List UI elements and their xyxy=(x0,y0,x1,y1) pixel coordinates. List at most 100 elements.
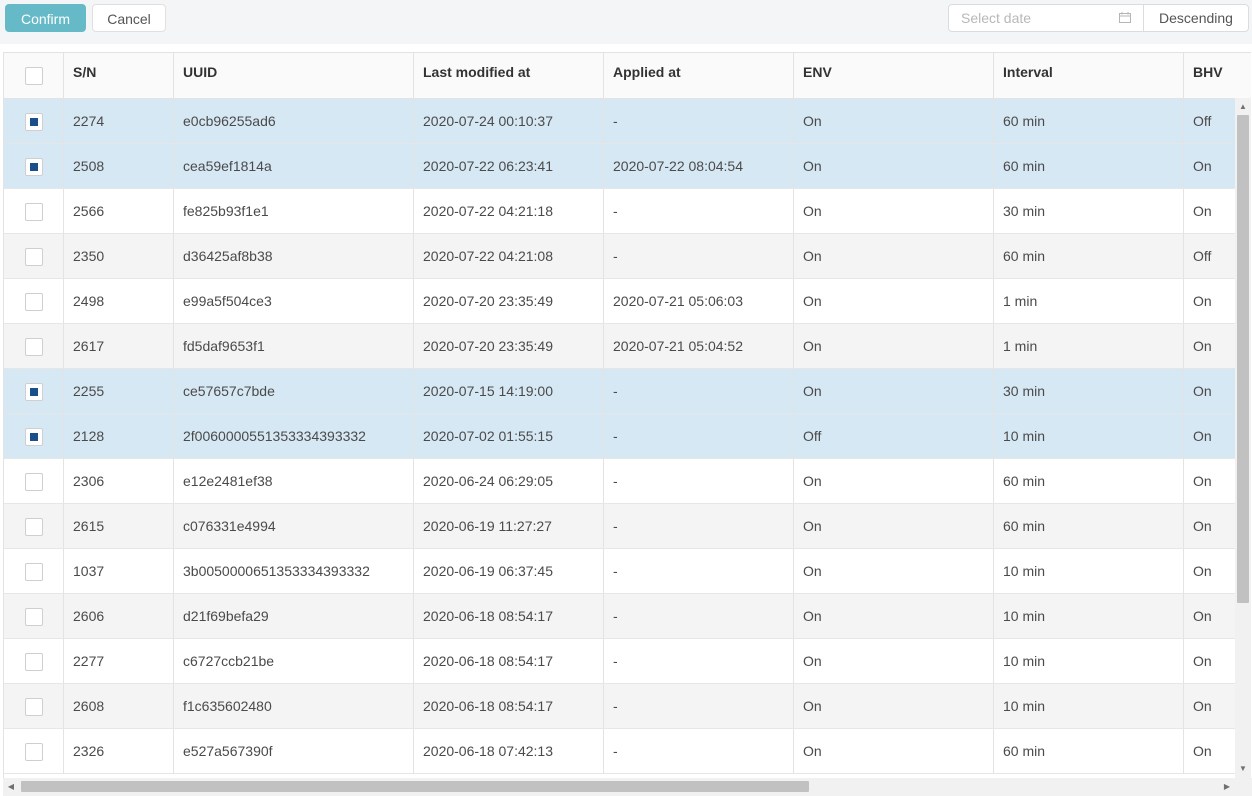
cell-sn: 2617 xyxy=(64,324,174,368)
arrow-up-icon[interactable]: ▲ xyxy=(1235,100,1251,114)
row-checkbox[interactable] xyxy=(25,428,43,446)
cell-env: On xyxy=(794,324,994,368)
cell-env: On xyxy=(794,144,994,188)
column-header-applied-at[interactable]: Applied at xyxy=(604,53,794,98)
row-select-cell xyxy=(4,639,64,683)
cell-env: On xyxy=(794,369,994,413)
arrow-down-icon[interactable]: ▼ xyxy=(1235,762,1251,776)
arrow-right-icon[interactable]: ▶ xyxy=(1219,780,1235,794)
row-checkbox[interactable] xyxy=(25,338,43,356)
column-header-env[interactable]: ENV xyxy=(794,53,994,98)
cell-env: On xyxy=(794,189,994,233)
table-row[interactable]: 2274 e0cb96255ad6 2020-07-24 00:10:37- On 60… xyxy=(4,99,1236,144)
cell-sn: 2350 xyxy=(64,234,174,278)
devices-table: S/N UUID Last modified at Applied at ENV… xyxy=(3,52,1251,796)
cell-interval: 60 min xyxy=(994,234,1184,278)
horizontal-scroll-thumb[interactable] xyxy=(21,781,809,792)
cell-env: On xyxy=(794,639,994,683)
scrollbar-corner xyxy=(1235,778,1252,796)
cell-last-modified: 2020-07-22 04:21:08 xyxy=(414,234,604,278)
cell-interval: 10 min xyxy=(994,684,1184,728)
row-select-cell xyxy=(4,279,64,323)
row-checkbox[interactable] xyxy=(25,563,43,581)
cell-last-modified: 2020-06-18 08:54:17 xyxy=(414,684,604,728)
cell-last-modified: 2020-07-20 23:35:49 xyxy=(414,324,604,368)
cell-last-modified: 2020-06-18 08:54:17 xyxy=(414,594,604,638)
row-checkbox[interactable] xyxy=(25,158,43,176)
cell-interval: 10 min xyxy=(994,594,1184,638)
vertical-scroll-thumb[interactable] xyxy=(1237,115,1249,603)
cell-interval: 1 min xyxy=(994,324,1184,368)
table-row[interactable]: 2326 e527a567390f 2020-06-18 07:42:13- On 60… xyxy=(4,729,1236,774)
cell-sn: 2306 xyxy=(64,459,174,503)
table-row[interactable]: 2508 cea59ef1814a 2020-07-22 06:23:41 2020-… xyxy=(4,144,1236,189)
table-row[interactable]: 2498 e99a5f504ce3 2020-07-20 23:35:49 2020-… xyxy=(4,279,1236,324)
cell-sn: 2277 xyxy=(64,639,174,683)
date-picker-input[interactable]: Select date xyxy=(948,4,1144,32)
row-select-cell xyxy=(4,459,64,503)
select-all-checkbox[interactable] xyxy=(25,67,43,85)
cell-last-modified: 2020-07-22 06:23:41 xyxy=(414,144,604,188)
row-checkbox[interactable] xyxy=(25,293,43,311)
cell-interval: 60 min xyxy=(994,144,1184,188)
column-header-bhv[interactable]: BHV xyxy=(1184,53,1251,98)
cell-applied-at: - xyxy=(604,549,794,593)
column-header-interval[interactable]: Interval xyxy=(994,53,1184,98)
arrow-left-icon[interactable]: ◀ xyxy=(3,780,19,794)
cell-last-modified: 2020-07-22 04:21:18 xyxy=(414,189,604,233)
cell-env: On xyxy=(794,684,994,728)
row-checkbox[interactable] xyxy=(25,473,43,491)
table-header: S/N UUID Last modified at Applied at ENV… xyxy=(4,53,1251,99)
cell-uuid: cea59ef1814a xyxy=(174,144,414,188)
cell-sn: 2508 xyxy=(64,144,174,188)
row-checkbox[interactable] xyxy=(25,518,43,536)
cell-interval: 30 min xyxy=(994,189,1184,233)
calendar-icon[interactable] xyxy=(1119,12,1131,23)
cell-applied-at: - xyxy=(604,504,794,548)
cell-uuid: f1c635602480 xyxy=(174,684,414,728)
cell-applied-at: - xyxy=(604,684,794,728)
cell-interval: 1 min xyxy=(994,279,1184,323)
date-placeholder: Select date xyxy=(961,10,1032,26)
column-header-uuid[interactable]: UUID xyxy=(174,53,414,98)
table-row[interactable]: 2615 c076331e4994 2020-06-19 11:27:27- On 60… xyxy=(4,504,1236,549)
cell-env: On xyxy=(794,729,994,773)
horizontal-scrollbar[interactable]: ◀ ▶ xyxy=(3,778,1235,796)
row-checkbox[interactable] xyxy=(25,248,43,266)
row-checkbox[interactable] xyxy=(25,698,43,716)
cell-uuid: 3b0050000651353334393332 xyxy=(174,549,414,593)
table-row[interactable]: 2566 fe825b93f1e1 2020-07-22 04:21:18- On 30… xyxy=(4,189,1236,234)
cell-uuid: e12e2481ef38 xyxy=(174,459,414,503)
confirm-button[interactable]: Confirm xyxy=(5,4,86,32)
cell-sn: 2326 xyxy=(64,729,174,773)
column-header-last-modified[interactable]: Last modified at xyxy=(414,53,604,98)
row-checkbox[interactable] xyxy=(25,743,43,761)
row-checkbox[interactable] xyxy=(25,203,43,221)
row-select-cell xyxy=(4,504,64,548)
cell-last-modified: 2020-06-18 08:54:17 xyxy=(414,639,604,683)
cancel-button[interactable]: Cancel xyxy=(92,4,166,32)
vertical-scrollbar[interactable]: ▲ ▼ xyxy=(1235,98,1251,778)
cell-uuid: c6727ccb21be xyxy=(174,639,414,683)
table-row[interactable]: 2617 fd5daf9653f1 2020-07-20 23:35:49 2020-… xyxy=(4,324,1236,369)
table-row[interactable]: 2255 ce57657c7bde 2020-07-15 14:19:00- On 30… xyxy=(4,369,1236,414)
table-row[interactable]: 2606 d21f69befa29 2020-06-18 08:54:17- On 10… xyxy=(4,594,1236,639)
cell-env: On xyxy=(794,279,994,323)
cell-applied-at: 2020-07-21 05:04:52 xyxy=(604,324,794,368)
row-checkbox[interactable] xyxy=(25,113,43,131)
table-row[interactable]: 2350 d36425af8b38 2020-07-22 04:21:08- On 60… xyxy=(4,234,1236,279)
cell-interval: 60 min xyxy=(994,729,1184,773)
sort-order-button[interactable]: Descending xyxy=(1143,4,1249,32)
table-row[interactable]: 2306 e12e2481ef38 2020-06-24 06:29:05- On 60… xyxy=(4,459,1236,504)
row-checkbox[interactable] xyxy=(25,383,43,401)
row-select-cell xyxy=(4,189,64,233)
table-row[interactable]: 2608 f1c635602480 2020-06-18 08:54:17- On 10… xyxy=(4,684,1236,729)
row-checkbox[interactable] xyxy=(25,653,43,671)
cell-applied-at: - xyxy=(604,99,794,143)
table-row[interactable]: 2128 2f0060000551353334393332 2020-07-02 0… xyxy=(4,414,1236,459)
row-select-cell xyxy=(4,414,64,458)
column-header-sn[interactable]: S/N xyxy=(64,53,174,98)
table-row[interactable]: 1037 3b0050000651353334393332 2020-06-19 0… xyxy=(4,549,1236,594)
table-row[interactable]: 2277 c6727ccb21be 2020-06-18 08:54:17- On 10… xyxy=(4,639,1236,684)
row-checkbox[interactable] xyxy=(25,608,43,626)
